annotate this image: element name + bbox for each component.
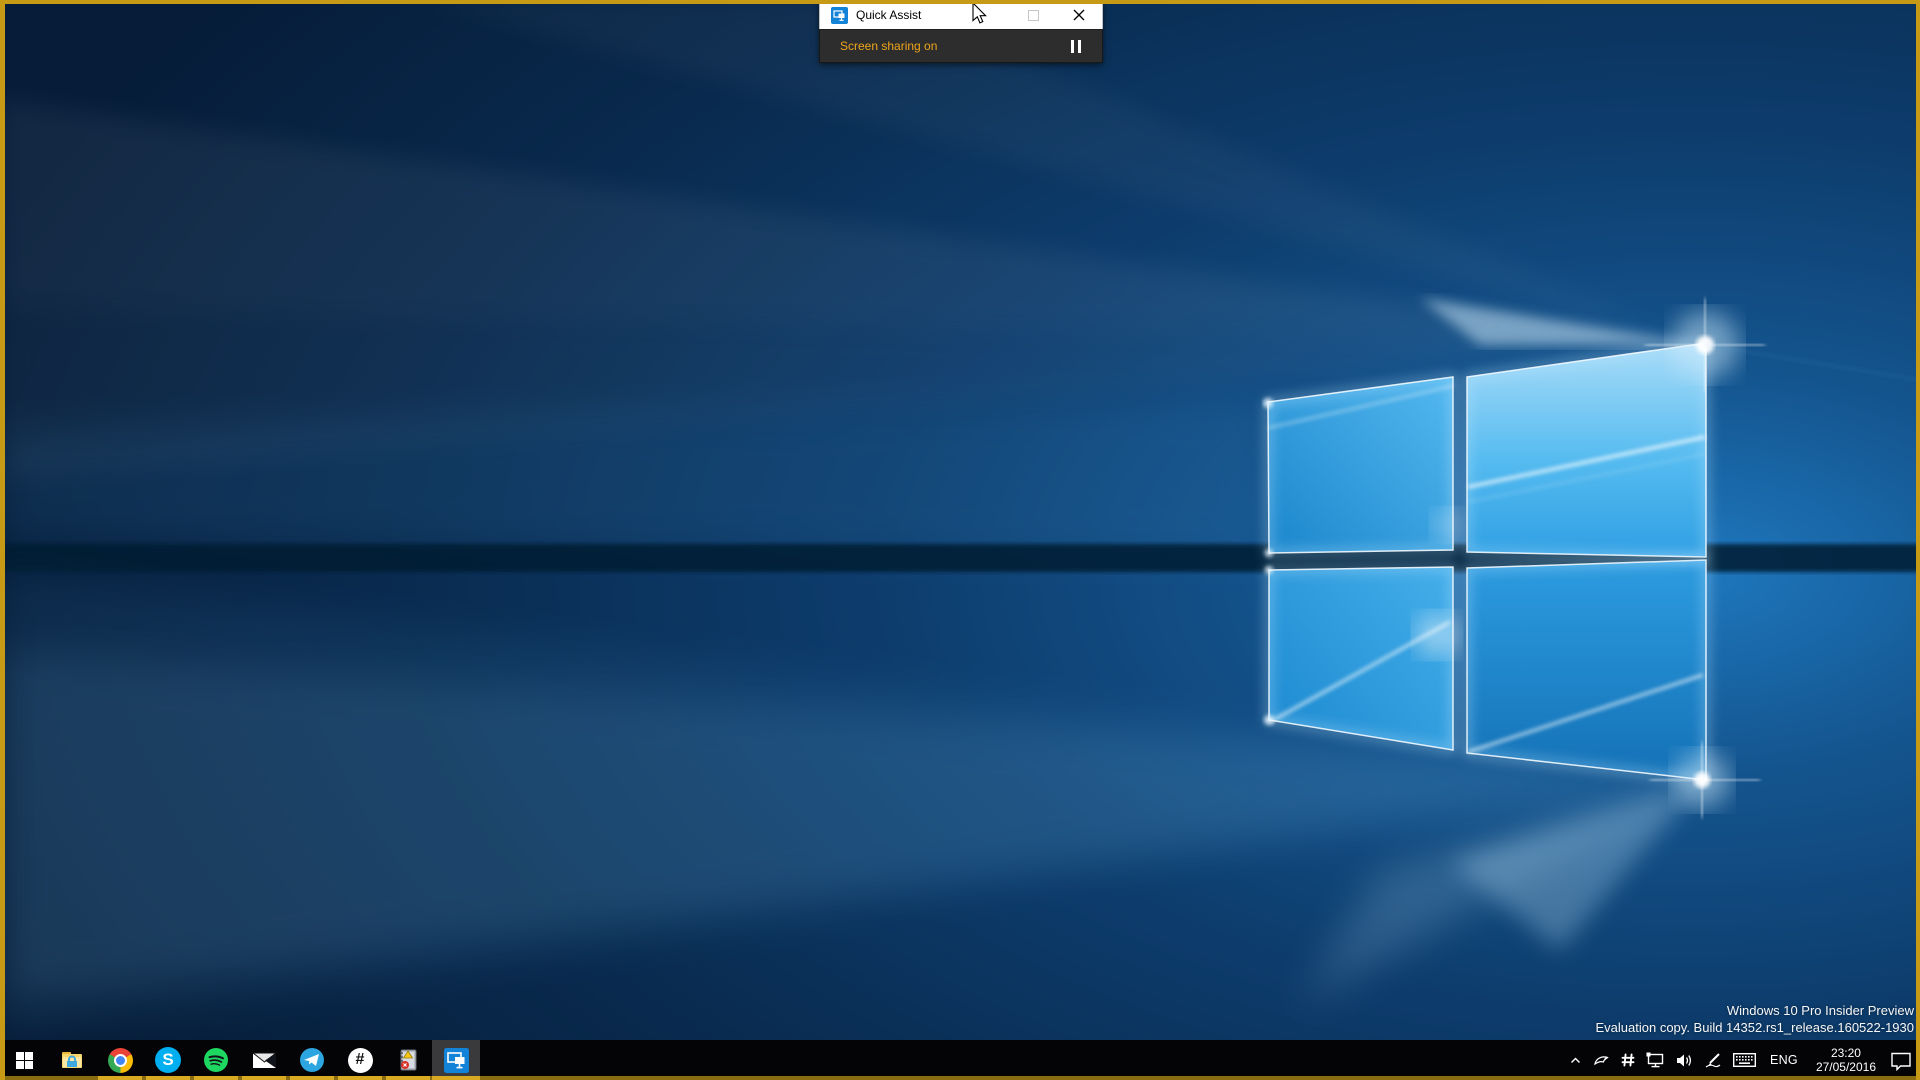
- titlebar[interactable]: Quick Assist: [819, 0, 1103, 29]
- taskbar: S: [0, 1040, 1920, 1080]
- chrome-icon: [108, 1048, 133, 1073]
- running-indicator: [98, 1076, 142, 1080]
- close-button[interactable]: [1056, 1, 1102, 29]
- language-indicator[interactable]: ENG: [1761, 1040, 1807, 1080]
- bird-tray-icon: [1593, 1052, 1610, 1069]
- quick-assist-icon: [831, 7, 848, 24]
- spotify-button[interactable]: [192, 1040, 240, 1080]
- action-center-button[interactable]: [1885, 1040, 1917, 1080]
- hash-glyph: #: [356, 1051, 365, 1069]
- bird-tray-button[interactable]: [1588, 1040, 1615, 1080]
- start-button[interactable]: [0, 1040, 48, 1080]
- taskbar-app-buttons: S: [0, 1040, 480, 1080]
- watermark-line-1: Windows 10 Pro Insider Preview: [1596, 1002, 1915, 1019]
- hash-tray-icon: [1620, 1052, 1636, 1068]
- running-indicator: [386, 1076, 430, 1080]
- quick-assist-window: Quick Assist Screen sharing on: [819, 0, 1103, 63]
- show-hidden-icons-button[interactable]: [1563, 1040, 1588, 1080]
- volume-button[interactable]: [1670, 1040, 1699, 1080]
- running-indicator: [194, 1076, 238, 1080]
- screen-sharing-status: Screen sharing on: [840, 39, 937, 53]
- pause-sharing-button[interactable]: [1071, 40, 1081, 53]
- system-tray: ENG 23:20 27/05/2016: [1563, 1040, 1917, 1080]
- skype-glyph: S: [162, 1050, 173, 1070]
- wallpaper-hero-image: [0, 0, 1920, 1040]
- volume-icon: [1675, 1052, 1694, 1069]
- chrome-button[interactable]: [96, 1040, 144, 1080]
- folder-icon: [59, 1047, 85, 1073]
- hash-tray-button[interactable]: [1615, 1040, 1641, 1080]
- touch-keyboard-button[interactable]: [1728, 1040, 1761, 1080]
- screen-sharing-banner: Screen sharing on: [819, 29, 1103, 63]
- maximize-icon: [1028, 10, 1039, 21]
- network-button[interactable]: [1641, 1040, 1670, 1080]
- mouse-cursor: [972, 3, 992, 27]
- windows-logo-icon: [16, 1052, 33, 1069]
- watermark-line-2: Evaluation copy. Build 14352.rs1_release…: [1596, 1019, 1915, 1036]
- chevron-up-icon: [1568, 1053, 1583, 1068]
- close-icon: [1073, 9, 1085, 21]
- skype-button[interactable]: S: [144, 1040, 192, 1080]
- clock-time: 23:20: [1816, 1046, 1876, 1060]
- running-indicator: [146, 1076, 190, 1080]
- clock-date: 27/05/2016: [1816, 1060, 1876, 1074]
- mail-button[interactable]: [240, 1040, 288, 1080]
- hash-circle-icon: #: [348, 1048, 373, 1073]
- telegram-button[interactable]: [288, 1040, 336, 1080]
- spotify-icon: [203, 1047, 229, 1073]
- action-center-icon: [1890, 1050, 1912, 1071]
- skype-icon: S: [155, 1047, 181, 1073]
- network-ethernet-icon: [1646, 1052, 1665, 1069]
- telegram-icon: [299, 1047, 325, 1073]
- insider-watermark: Windows 10 Pro Insider Preview Evaluatio…: [1596, 1002, 1915, 1036]
- running-indicator: [338, 1076, 382, 1080]
- desktop-screen: Windows 10 Pro Insider Preview Evaluatio…: [0, 0, 1920, 1080]
- running-indicator: [242, 1076, 286, 1080]
- quick-assist-icon: [443, 1047, 470, 1074]
- clock[interactable]: 23:20 27/05/2016: [1807, 1040, 1885, 1080]
- notebook-app-button[interactable]: [384, 1040, 432, 1080]
- running-indicator: [290, 1076, 334, 1080]
- window-title: Quick Assist: [856, 8, 921, 22]
- file-explorer-button[interactable]: [48, 1040, 96, 1080]
- envelope-icon: [251, 1047, 278, 1074]
- windows-ink-button[interactable]: [1699, 1040, 1728, 1080]
- quick-assist-taskbar-button[interactable]: [432, 1040, 480, 1080]
- maximize-button[interactable]: [1010, 1, 1056, 29]
- touch-keyboard-icon: [1733, 1052, 1756, 1068]
- windows-ink-pen-icon: [1704, 1051, 1723, 1069]
- notebook-error-icon: [395, 1047, 421, 1073]
- slack-button[interactable]: #: [336, 1040, 384, 1080]
- running-indicator: [432, 1076, 480, 1080]
